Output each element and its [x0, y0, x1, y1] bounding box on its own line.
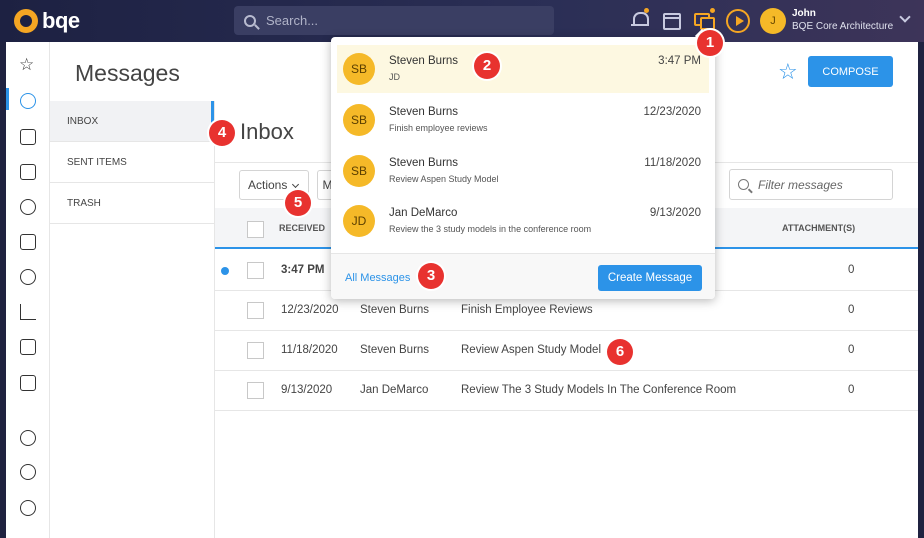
callout-badge-4: 4 [209, 120, 235, 146]
message-sender: Steven Burns [389, 55, 459, 67]
briefcase-icon[interactable] [20, 129, 36, 145]
calculator-icon[interactable] [20, 339, 36, 355]
dropdown-footer: All Messages Create Message [331, 253, 715, 299]
folder-inbox[interactable]: INBOX [50, 101, 214, 142]
filter-input[interactable] [758, 177, 888, 192]
row-attachments: 0 [848, 304, 855, 316]
messages-icon[interactable] [693, 8, 715, 30]
dashboard-icon[interactable] [20, 93, 36, 109]
callout-badge-3: 3 [418, 263, 444, 289]
row-subject: Review The 3 Study Models In The Confere… [461, 384, 737, 396]
page-title: Messages [75, 60, 180, 86]
all-messages-link[interactable]: All Messages [345, 272, 410, 284]
nav-rail: ☆ [6, 42, 50, 538]
row-sender: Steven Burns [360, 304, 430, 316]
message-sender: Steven Burns [389, 157, 459, 169]
favorites-star-icon[interactable]: ☆ [19, 55, 36, 74]
sender-avatar: SB [343, 104, 375, 136]
employee-badge-icon[interactable] [20, 375, 36, 391]
gear-icon[interactable] [20, 500, 36, 516]
row-attachments: 0 [848, 344, 855, 356]
column-attachments[interactable]: ATTACHMENT(S) [782, 223, 855, 233]
help-icon[interactable] [20, 430, 36, 446]
messages-dropdown: SB Steven Burns 3:47 PM JD SB Steven Bur… [331, 37, 715, 299]
row-attachments: 0 [848, 264, 855, 276]
play-icon[interactable] [726, 9, 750, 33]
contact-card-icon[interactable] [20, 164, 36, 180]
rail-active-indicator [6, 88, 9, 110]
folder-list: INBOX SENT ITEMS TRASH [50, 101, 215, 538]
time-icon[interactable] [20, 199, 36, 215]
message-preview: JD [389, 72, 400, 82]
actions-label: Actions [248, 178, 288, 192]
chevron-down-icon[interactable] [899, 11, 911, 23]
row-checkbox[interactable] [247, 302, 264, 319]
callout-badge-2: 2 [474, 53, 500, 79]
row-sender: Jan DeMarco [360, 384, 429, 396]
inbox-title: Inbox [240, 119, 294, 144]
user-org: BQE Core Architecture [792, 21, 894, 32]
logo-icon [14, 9, 38, 33]
compass-icon[interactable] [20, 464, 36, 480]
calendar-icon[interactable] [661, 10, 681, 30]
compose-button[interactable]: COMPOSE [808, 56, 893, 87]
chevron-down-icon [292, 180, 300, 189]
messages-dot [710, 8, 715, 13]
invoice-icon[interactable] [20, 234, 36, 250]
favorite-star-icon[interactable]: ☆ [778, 61, 798, 83]
row-sender: Steven Burns [360, 344, 430, 356]
dropdown-message[interactable]: SB Steven Burns 12/23/2020 Finish employ… [337, 96, 709, 144]
message-date: 12/23/2020 [643, 106, 701, 118]
row-checkbox[interactable] [247, 382, 264, 399]
user-avatar[interactable]: J [760, 8, 786, 34]
callout-badge-5: 5 [285, 190, 311, 216]
bell-icon[interactable] [630, 8, 650, 30]
filter-box[interactable] [729, 169, 893, 200]
row-received: 3:47 PM [281, 264, 325, 276]
sender-avatar: SB [343, 53, 375, 85]
row-received: 9/13/2020 [281, 384, 333, 396]
row-checkbox[interactable] [247, 342, 264, 359]
dropdown-message[interactable]: SB Steven Burns 3:47 PM JD [337, 45, 709, 93]
select-all-checkbox[interactable] [247, 221, 264, 238]
search-input[interactable] [266, 13, 546, 28]
reports-chart-icon[interactable] [20, 304, 36, 320]
share-icon[interactable] [20, 269, 36, 285]
column-received[interactable]: RECEIVED [279, 223, 325, 233]
message-date: 9/13/2020 [649, 207, 701, 219]
sender-avatar: SB [343, 155, 375, 187]
message-preview: Review Aspen Study Model [389, 174, 499, 184]
callout-badge-1: 1 [697, 30, 723, 56]
logo-text: bqe [42, 8, 80, 33]
create-message-button[interactable]: Create Message [598, 265, 702, 291]
row-subject: Finish Employee Reviews [461, 304, 593, 316]
user-name: John [792, 8, 816, 19]
global-search[interactable] [234, 6, 554, 35]
callout-badge-6: 6 [607, 339, 633, 365]
row-received: 11/18/2020 [281, 344, 338, 356]
message-sender: Steven Burns [389, 106, 459, 118]
row-received: 12/23/2020 [281, 304, 339, 316]
bqe-logo[interactable]: bqe [14, 9, 80, 33]
folder-trash[interactable]: TRASH [50, 183, 214, 224]
folder-sent-items[interactable]: SENT ITEMS [50, 142, 214, 183]
notification-dot [644, 8, 649, 13]
row-checkbox[interactable] [247, 262, 264, 279]
message-preview: Review the 3 study models in the confere… [389, 224, 592, 234]
search-icon [738, 179, 749, 190]
dropdown-message[interactable]: SB Steven Burns 11/18/2020 Review Aspen … [337, 147, 709, 195]
sender-avatar: JD [343, 205, 375, 237]
top-bar: bqe J John BQE Core Architecture [0, 0, 924, 42]
row-subject: Review Aspen Study Model [461, 344, 601, 356]
table-row[interactable]: 11/18/2020 Steven Burns Review Aspen Stu… [215, 331, 918, 371]
dropdown-message[interactable]: JD Jan DeMarco 9/13/2020 Review the 3 st… [337, 197, 709, 245]
message-preview: Finish employee reviews [389, 123, 488, 133]
message-date: 11/18/2020 [644, 157, 701, 169]
search-icon [244, 14, 256, 27]
message-date: 3:47 PM [658, 55, 701, 67]
row-attachments: 0 [848, 384, 855, 396]
message-sender: Jan DeMarco [389, 207, 458, 219]
unread-dot [221, 267, 229, 275]
table-row[interactable]: 9/13/2020 Jan DeMarco Review The 3 Study… [215, 371, 918, 411]
